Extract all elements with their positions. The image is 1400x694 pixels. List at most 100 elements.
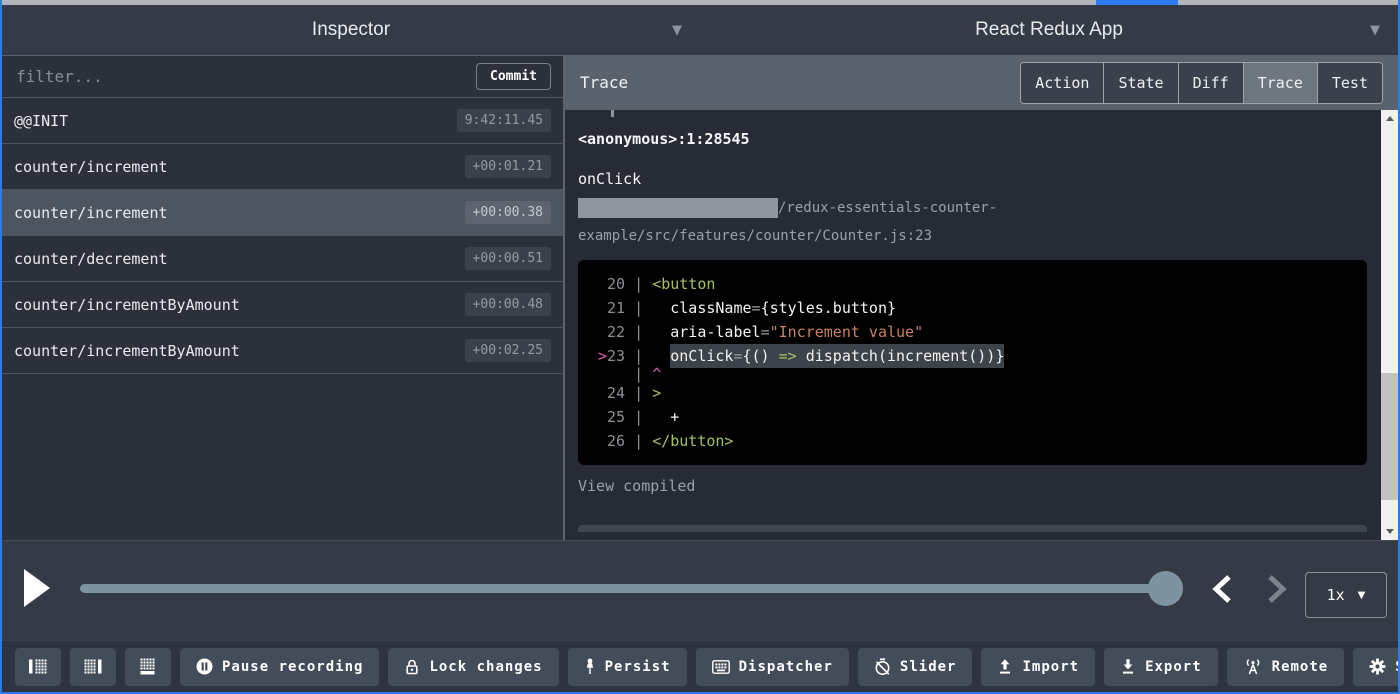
clipped-line-fragment <box>611 110 614 117</box>
action-list-item[interactable]: counter/incrementByAmount +00:00.48 <box>2 282 563 328</box>
dock-left-button[interactable] <box>15 648 61 686</box>
playback-slider-track[interactable] <box>80 584 1183 593</box>
toolbar-button-remote[interactable]: Remote <box>1227 648 1345 686</box>
play-button[interactable] <box>24 569 50 607</box>
action-label: @@INIT <box>14 112 68 130</box>
action-list-panel: Commit @@INIT 9:42:11.45 counter/increment… <box>2 55 565 540</box>
title-bar: Inspector ▼ React Redux App ▼ <box>2 5 1398 55</box>
code-line-marker <box>598 432 607 450</box>
code-line: 26 | </button> <box>598 429 1367 453</box>
playback-slider-thumb[interactable] <box>1148 571 1183 606</box>
inspector-selector[interactable]: Inspector ▼ <box>2 5 700 55</box>
trace-panel-title: Trace <box>580 73 628 92</box>
code-gutter-pipe: | <box>625 323 652 341</box>
code-caret-line: | ^ <box>598 368 1367 381</box>
dock-bottom-icon <box>138 658 158 675</box>
timer-off-icon <box>874 658 891 676</box>
download-icon <box>1120 658 1136 675</box>
chevron-down-icon[interactable]: ▼ <box>1370 23 1380 38</box>
code-gutter-pipe: | <box>625 432 652 450</box>
code-line-number: 26 <box>607 432 625 450</box>
dock-left-icon <box>28 658 48 675</box>
code-line-marker <box>598 408 607 426</box>
action-timestamp: +00:00.51 <box>465 247 551 270</box>
instance-title: React Redux App <box>975 19 1123 41</box>
stack-frame-anonymous[interactable]: <anonymous>:1:28545 <box>578 130 1367 148</box>
toolbar-button-slider[interactable]: Slider <box>858 648 973 686</box>
gear-icon <box>1369 658 1386 675</box>
toolbar-button-label: Import <box>1022 659 1079 675</box>
toolbar-button-settings[interactable]: Settings <box>1353 648 1400 686</box>
code-token: => <box>779 344 797 368</box>
dock-right-icon <box>83 658 103 675</box>
stack-frame-handler[interactable]: onClick <box>578 170 1367 188</box>
playback-bar: 1x ▼ <box>2 540 1398 640</box>
action-list-item[interactable]: @@INIT 9:42:11.45 <box>2 98 563 144</box>
code-line-marker: > <box>598 347 607 365</box>
dock-bottom-button[interactable] <box>125 648 171 686</box>
toolbar-button-label: Persist <box>605 659 671 675</box>
redux-devtools-window: Inspector ▼ React Redux App ▼ Commit @@I… <box>0 0 1400 694</box>
keyboard-icon <box>712 660 730 674</box>
code-line: >23 | onClick={() => dispatch(increment(… <box>598 344 1367 368</box>
instance-selector[interactable]: React Redux App ▼ <box>700 5 1398 55</box>
toolbar-button-label: Dispatcher <box>739 659 833 675</box>
toolbar-button-lock-changes[interactable]: Lock changes <box>388 648 558 686</box>
scrollbar-up-arrow[interactable] <box>1381 110 1398 127</box>
tab-diff[interactable]: Diff <box>1179 63 1244 103</box>
action-timestamp: +00:02.25 <box>465 339 551 362</box>
trace-panel: Trace ActionStateDiffTraceTest <anonymou… <box>565 55 1398 540</box>
step-back-button[interactable] <box>1208 572 1236 609</box>
chevron-down-icon[interactable]: ▼ <box>672 23 682 38</box>
main-area: Commit @@INIT 9:42:11.45 counter/increment… <box>2 55 1398 540</box>
vertical-scrollbar[interactable] <box>1381 110 1398 540</box>
code-line: 20 | <button <box>598 272 1367 296</box>
action-label: counter/decrement <box>14 250 168 268</box>
code-token: <button <box>652 275 715 293</box>
chevron-down-icon: ▼ <box>1358 590 1366 601</box>
trace-content: <anonymous>:1:28545 onClick /redux-essen… <box>565 110 1381 540</box>
dock-right-button[interactable] <box>70 648 116 686</box>
toolbar-button-persist[interactable]: Persist <box>568 648 687 686</box>
toolbar-button-import[interactable]: Import <box>981 648 1095 686</box>
scrollbar-down-arrow[interactable] <box>1381 523 1398 540</box>
tab-trace[interactable]: Trace <box>1244 63 1318 103</box>
code-line-number: 23 <box>607 347 625 365</box>
code-line-number: 24 <box>607 384 625 402</box>
code-line: 24 | > <box>598 381 1367 405</box>
playback-speed-value: 1x <box>1327 586 1345 604</box>
toolbar-button-label: Pause recording <box>222 659 363 675</box>
playback-speed-select[interactable]: 1x ▼ <box>1305 572 1387 618</box>
filter-input[interactable] <box>14 66 476 87</box>
scrollbar-thumb[interactable] <box>1381 373 1398 500</box>
action-list-item[interactable]: counter/increment+00:01.21 <box>2 144 563 190</box>
source-file-path-line1: /redux-essentials-counter- <box>578 194 1367 222</box>
toolbar-button-label: Export <box>1145 659 1202 675</box>
code-token: </button> <box>652 432 733 450</box>
code-line-marker <box>598 299 607 317</box>
action-list-item[interactable]: counter/increment+00:00.38 <box>2 190 563 236</box>
code-token: > <box>652 384 661 402</box>
path-text-1: /redux-essentials-counter- <box>778 200 997 216</box>
commit-button[interactable]: Commit <box>476 63 551 90</box>
toolbar-button-dispatcher[interactable]: Dispatcher <box>696 648 849 686</box>
action-label: counter/incrementByAmount <box>14 296 240 314</box>
tab-state[interactable]: State <box>1104 63 1178 103</box>
step-forward-button[interactable] <box>1263 572 1291 609</box>
action-timestamp: +00:00.38 <box>465 201 551 224</box>
antenna-icon <box>1243 658 1263 675</box>
tab-test[interactable]: Test <box>1318 63 1382 103</box>
action-timestamp: +00:00.48 <box>465 293 551 316</box>
tab-action[interactable]: Action <box>1021 63 1104 103</box>
source-file-path[interactable]: /redux-essentials-counter- example/src/f… <box>578 194 1367 250</box>
inspector-title: Inspector <box>312 19 390 41</box>
action-label: counter/increment <box>14 158 168 176</box>
action-list-item[interactable]: counter/incrementByAmount+00:02.25 <box>2 328 563 374</box>
action-timestamp: 9:42:11.45 <box>457 109 551 132</box>
view-compiled-link[interactable]: View compiled <box>578 477 1367 495</box>
code-gutter-pipe: | <box>625 408 652 426</box>
action-list-item[interactable]: counter/decrement +00:00.51 <box>2 236 563 282</box>
path-text-2: example/src/features/counter/Counter.js:… <box>578 228 932 244</box>
toolbar-button-pause-recording[interactable]: Pause recording <box>180 648 379 686</box>
toolbar-button-export[interactable]: Export <box>1104 648 1218 686</box>
